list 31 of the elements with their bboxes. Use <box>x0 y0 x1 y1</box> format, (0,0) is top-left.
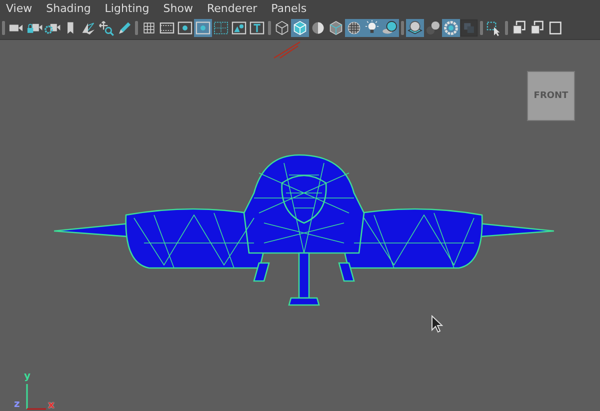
toolbar-separator <box>268 21 271 35</box>
toolbar-separator <box>480 21 483 35</box>
menu-item[interactable]: Lighting <box>102 1 152 16</box>
occlusion-sphere-icon[interactable] <box>406 19 424 37</box>
axis-label: x <box>48 401 54 411</box>
toolbar-separator <box>135 21 138 35</box>
menu-item[interactable]: View <box>4 1 34 16</box>
menu-item[interactable]: Show <box>161 1 195 16</box>
field-chart-icon[interactable] <box>212 19 230 37</box>
wireframe-cube-icon[interactable] <box>273 19 291 37</box>
menu-item[interactable]: Shading <box>44 1 93 16</box>
toolbar-separator <box>505 21 508 35</box>
menu-item[interactable]: Panels <box>269 1 309 16</box>
shaded-cube-icon[interactable] <box>291 19 309 37</box>
wireframe-shaded-cube-icon[interactable] <box>327 19 345 37</box>
overlapping-squares-icon[interactable] <box>510 19 528 37</box>
circle-gate-icon[interactable] <box>176 19 194 37</box>
anti-aliasing-ring-icon[interactable] <box>442 19 460 37</box>
camera-manipulator-icon <box>272 40 302 60</box>
axis-label: z <box>14 400 20 410</box>
safe-action-icon[interactable] <box>230 19 248 37</box>
overlapping-squares-icon[interactable] <box>528 19 546 37</box>
mouse-cursor-icon <box>431 315 443 333</box>
pan-zoom-icon[interactable] <box>97 19 115 37</box>
safe-title-icon[interactable] <box>248 19 266 37</box>
axis-label: y <box>24 372 31 382</box>
toolbar-separator <box>401 21 404 35</box>
menu-item[interactable]: Renderer <box>204 1 260 16</box>
checker-sphere-icon[interactable] <box>345 19 363 37</box>
toolbar-separator <box>2 21 5 35</box>
blurred-spheres-icon[interactable] <box>424 19 442 37</box>
